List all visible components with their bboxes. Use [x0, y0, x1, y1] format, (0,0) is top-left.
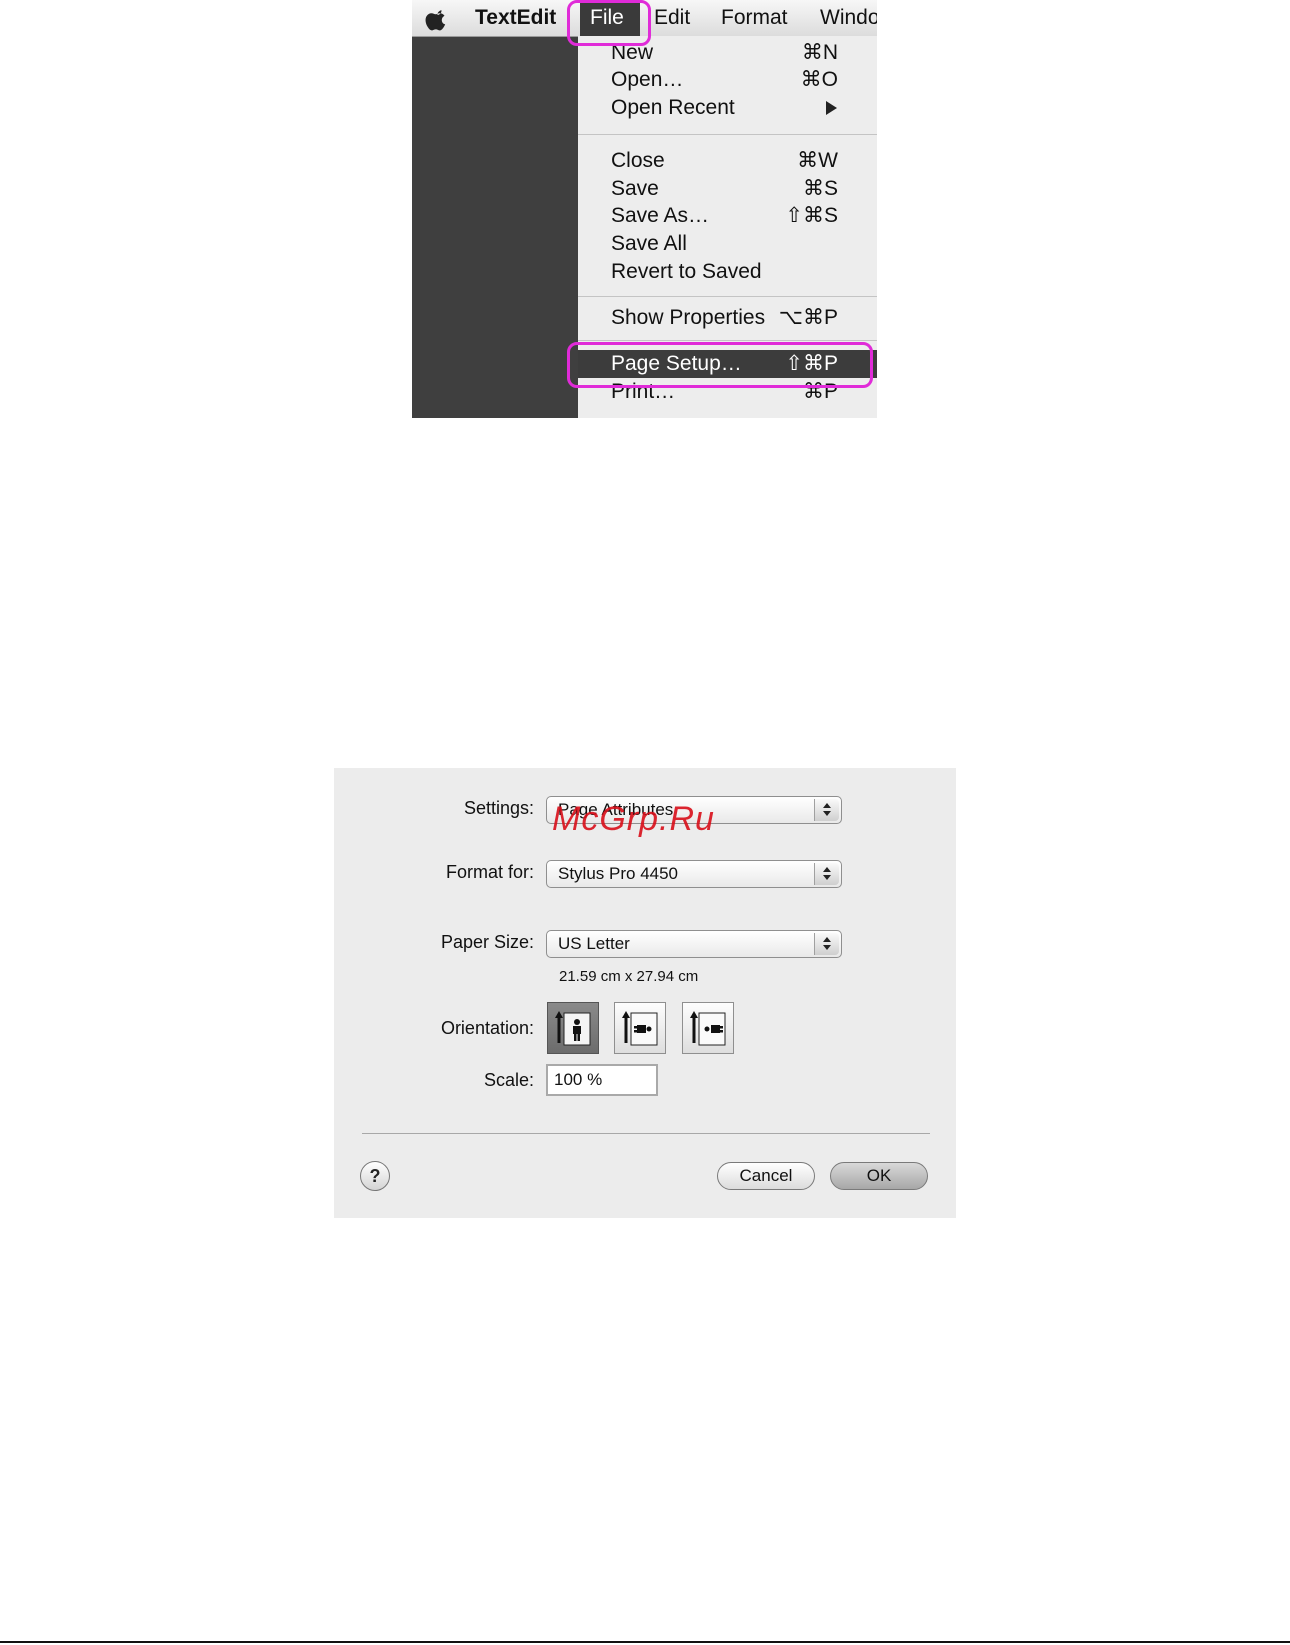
scale-input[interactable]	[546, 1064, 658, 1096]
menu-item-label: Print…	[611, 380, 676, 403]
menu-item-open[interactable]: Open… ⌘O	[578, 66, 877, 94]
menu-item-save-all[interactable]: Save All	[578, 230, 877, 258]
paper-size-label: Paper Size:	[440, 932, 534, 952]
menu-bar: TextEdit File Edit Format Windo	[412, 0, 877, 37]
orientation-portrait-button[interactable]	[547, 1002, 599, 1054]
paper-dimensions: 21.59 cm x 27.94 cm	[559, 968, 699, 985]
landscape-right-orientation-icon	[690, 1011, 726, 1046]
paper-size-value: US Letter	[558, 934, 630, 953]
page-footer-rule	[0, 1641, 1290, 1643]
menu-item-label: Revert to Saved	[611, 260, 762, 283]
settings-label: Settings:	[463, 798, 534, 818]
orientation-label: Orientation:	[440, 1018, 534, 1038]
menu-item-shortcut: ⌥⌘P	[778, 306, 838, 329]
menu-item-close[interactable]: Close ⌘W	[578, 147, 877, 175]
menu-item-shortcut: ⌘S	[802, 177, 838, 200]
menubar-window[interactable]: Windo	[820, 0, 877, 36]
cancel-button[interactable]: Cancel	[717, 1162, 815, 1190]
menu-item-label: Save As…	[611, 204, 710, 227]
popup-arrows-icon	[814, 863, 839, 885]
menu-item-shortcut: ⌘N	[801, 41, 838, 64]
menu-item-open-recent[interactable]: Open Recent	[578, 94, 877, 122]
format-for-label: Format for:	[445, 862, 534, 882]
orientation-landscape-right-button[interactable]	[682, 1002, 734, 1054]
menu-item-shortcut: ⌘O	[800, 68, 838, 91]
file-menu-dropdown: New ⌘N Open… ⌘O Open Recent Close ⌘W Sav…	[578, 36, 877, 418]
menu-item-save[interactable]: Save ⌘S	[578, 175, 877, 203]
menu-item-shortcut: ⌘W	[797, 149, 838, 172]
menu-item-new[interactable]: New ⌘N	[578, 39, 877, 67]
submenu-arrow-icon	[826, 101, 837, 115]
paper-size-popup[interactable]: US Letter	[546, 930, 842, 958]
menu-separator	[578, 134, 877, 135]
apple-logo-icon[interactable]	[424, 6, 450, 32]
format-for-popup[interactable]: Stylus Pro 4450	[546, 860, 842, 888]
popup-arrows-icon	[814, 933, 839, 955]
watermark-text: McGrp.Ru	[552, 800, 715, 838]
file-menu-screenshot: TextEdit File Edit Format Windo New ⌘N O…	[412, 0, 877, 418]
menu-item-show-properties[interactable]: Show Properties ⌥⌘P	[578, 304, 877, 332]
menu-item-shortcut: ⌘P	[802, 380, 838, 403]
menu-item-page-setup[interactable]: Page Setup… ⇧⌘P	[578, 350, 877, 378]
format-for-value: Stylus Pro 4450	[558, 864, 679, 883]
menubar-format[interactable]: Format	[721, 0, 788, 36]
menu-item-label: Save	[611, 177, 659, 200]
menu-item-label: Show Properties	[611, 306, 766, 329]
menu-item-save-as[interactable]: Save As… ⇧⌘S	[578, 202, 877, 230]
ok-button[interactable]: OK	[830, 1162, 928, 1190]
help-button[interactable]: ?	[360, 1161, 390, 1191]
popup-arrows-icon	[814, 799, 839, 821]
menubar-file[interactable]: File	[580, 0, 640, 36]
orientation-landscape-left-button[interactable]	[614, 1002, 666, 1054]
menu-separator	[578, 296, 877, 297]
scale-label: Scale:	[483, 1070, 534, 1090]
dialog-divider	[362, 1133, 930, 1134]
menu-item-label: Open Recent	[611, 96, 735, 119]
menu-item-print[interactable]: Print… ⌘P	[578, 378, 877, 406]
menu-item-label: Page Setup…	[611, 352, 742, 375]
menu-item-label: Save All	[611, 232, 687, 255]
portrait-orientation-icon	[555, 1011, 591, 1046]
menubar-edit[interactable]: Edit	[654, 0, 690, 36]
menu-item-shortcut: ⇧⌘S	[785, 204, 838, 227]
menu-item-shortcut: ⇧⌘P	[785, 352, 838, 375]
menu-item-revert-to-saved[interactable]: Revert to Saved	[578, 258, 877, 286]
menu-item-label: Open…	[611, 68, 684, 91]
menu-item-label: New	[611, 41, 654, 64]
landscape-left-orientation-icon	[622, 1011, 658, 1046]
menu-separator	[578, 340, 877, 341]
menubar-app-name[interactable]: TextEdit	[475, 0, 556, 36]
menu-item-label: Close	[611, 149, 665, 172]
